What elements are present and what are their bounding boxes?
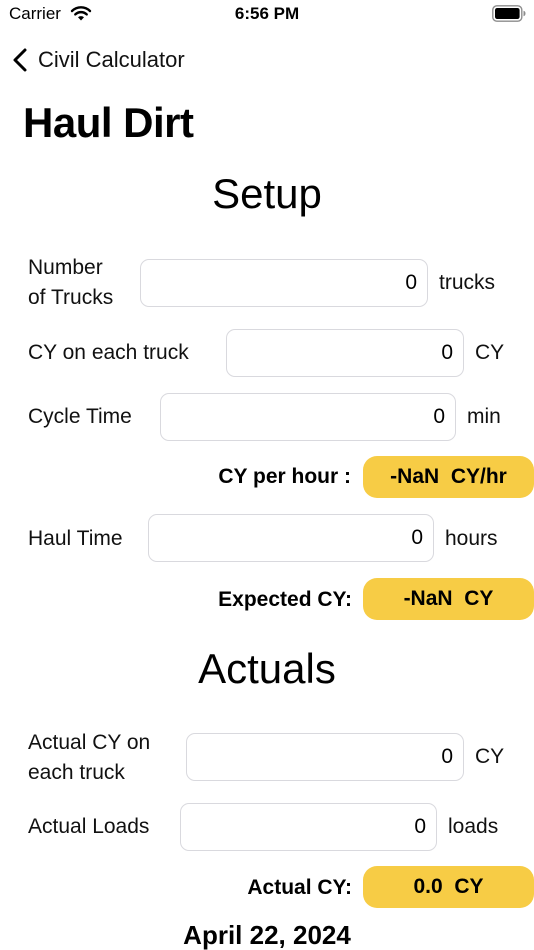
- actual-cy-label-line1: Actual CY on: [28, 731, 151, 754]
- cycle-time-unit: min: [467, 405, 501, 428]
- cy-per-hour-label: CY per hour :: [218, 465, 351, 488]
- haul-time-label: Haul Time: [28, 527, 123, 550]
- date-label: April 22, 2024: [183, 920, 351, 950]
- expected-cy-badge: -NaN CY: [363, 578, 534, 620]
- back-button-label: Civil Calculator: [38, 47, 185, 72]
- actual-cy-label: Actual CY on each truck: [28, 728, 150, 788]
- actual-cy-label-line2: each truck: [28, 761, 125, 784]
- trucks-label: Number of Trucks: [28, 253, 113, 313]
- actuals-section-title: Actuals: [198, 645, 336, 692]
- cy-truck-label: CY on each truck: [28, 341, 189, 364]
- trucks-input[interactable]: [140, 259, 428, 307]
- page-title: Haul Dirt: [23, 99, 194, 146]
- chevron-left-icon: [13, 48, 27, 72]
- actual-total-badge: 0.0 CY: [363, 866, 534, 908]
- actual-cy-input[interactable]: [186, 733, 464, 781]
- trucks-label-line2: of Trucks: [28, 286, 114, 309]
- expected-cy-label: Expected CY:: [218, 588, 352, 611]
- actual-loads-input[interactable]: [180, 803, 437, 851]
- actual-loads-unit: loads: [448, 815, 499, 838]
- back-button[interactable]: Civil Calculator: [10, 44, 185, 76]
- haul-time-input[interactable]: [148, 514, 434, 562]
- trucks-label-line1: Number: [28, 256, 103, 279]
- setup-section-title: Setup: [212, 170, 322, 217]
- actual-loads-label: Actual Loads: [28, 815, 150, 838]
- trucks-unit: trucks: [439, 271, 496, 294]
- cy-truck-unit: CY: [475, 341, 505, 364]
- cy-per-hour-badge: -NaN CY/hr: [363, 456, 534, 498]
- battery-icon: [492, 5, 526, 22]
- actual-total-label: Actual CY:: [247, 876, 352, 899]
- cycle-time-label: Cycle Time: [28, 405, 132, 428]
- cycle-time-input[interactable]: [160, 393, 456, 441]
- cy-truck-input[interactable]: [226, 329, 464, 377]
- status-bar: Carrier 6:56 PM: [0, 0, 534, 30]
- haul-time-unit: hours: [445, 527, 498, 550]
- status-time: 6:56 PM: [234, 4, 300, 23]
- actual-cy-unit: CY: [475, 745, 505, 768]
